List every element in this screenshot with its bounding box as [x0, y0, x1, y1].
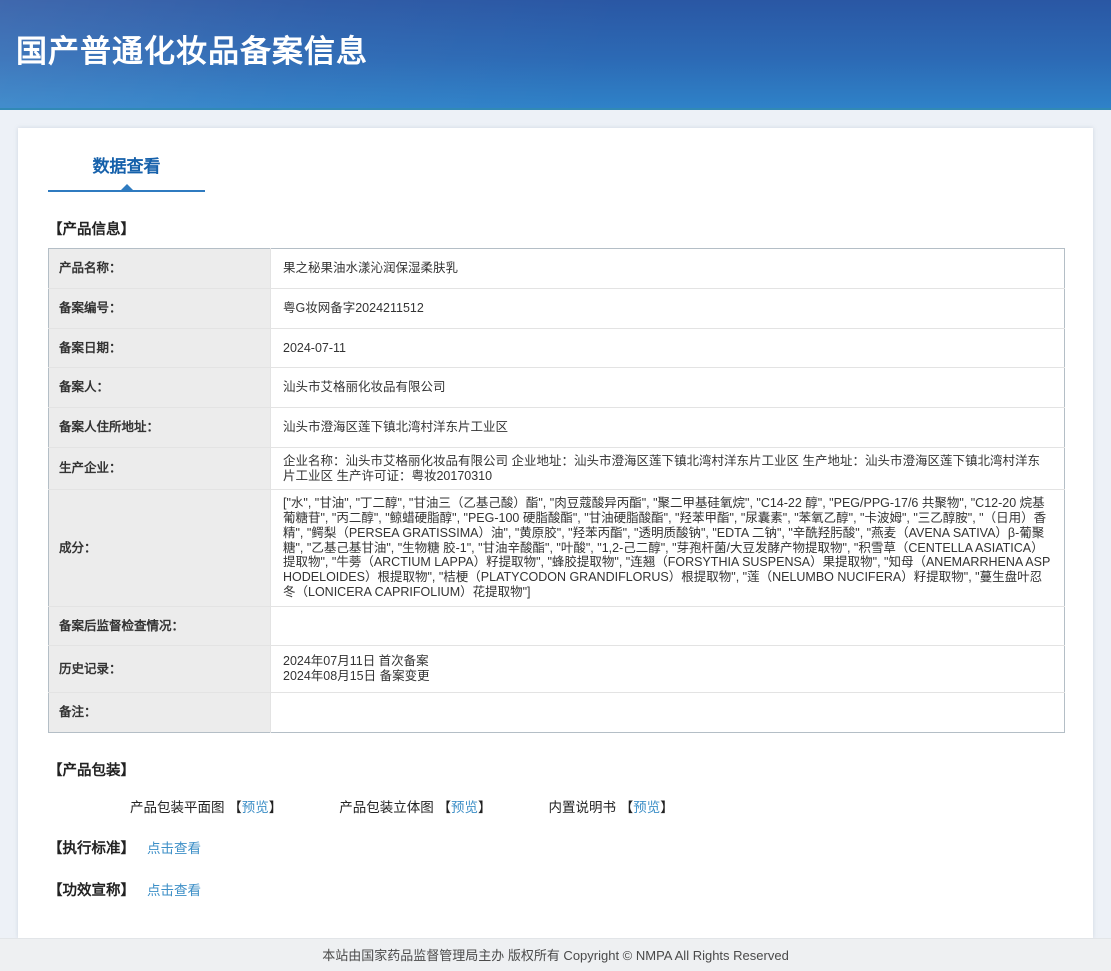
table-row: 成分： ["水", "甘油", "丁二醇", "甘油三（乙基己酸）酯", "肉豆… — [48, 489, 1065, 607]
packaging-row: 产品包装平面图 【预览】 产品包装立体图 【预览】 内置说明书 【预览】 — [130, 796, 1063, 816]
standard-view-link[interactable]: 点击查看 — [147, 837, 201, 857]
section-product-info-title: 【产品信息】 — [48, 222, 135, 238]
row-label: 历史记录： — [48, 645, 271, 693]
row-value — [270, 692, 1065, 732]
bracket: 】 — [478, 799, 492, 815]
packaging-item-label: 内置说明书 — [548, 799, 617, 815]
packaging-item-label: 产品包装平面图 — [130, 799, 225, 815]
row-value: 汕头市艾格丽化妆品有限公司 — [270, 367, 1065, 408]
page-footer: 本站由国家药品监督管理局主办 版权所有 Copyright © NMPA All… — [0, 937, 1111, 971]
packaging-item-label: 产品包装立体图 — [339, 799, 434, 815]
row-label: 生产企业： — [48, 447, 271, 491]
tab-caret-icon — [120, 184, 133, 190]
preview-link-3d[interactable]: 预览 — [451, 800, 478, 815]
efficacy-row: 【功效宣称】 点击查看 — [48, 879, 1063, 900]
table-row: 备案后监督检查情况： — [48, 606, 1065, 647]
row-value-history: 2024年07月11日 首次备案 2024年08月15日 备案变更 — [270, 645, 1065, 693]
row-label: 备案日期： — [48, 328, 271, 369]
bracket: 】 — [660, 799, 674, 815]
row-label: 备案编号： — [48, 288, 271, 329]
table-row: 产品名称： 果之秘果油水漾沁润保湿柔肤乳 — [48, 248, 1065, 289]
preview-link-flat[interactable]: 预览 — [242, 800, 269, 815]
table-row: 备注： — [48, 692, 1065, 732]
bracket: 】 — [268, 799, 283, 815]
row-value: 2024-07-11 — [270, 328, 1065, 369]
tab-bar: 数据查看 — [18, 128, 1093, 192]
bracket: 【 — [619, 799, 634, 815]
preview-link-manual[interactable]: 预览 — [633, 800, 660, 815]
product-info-table: 产品名称： 果之秘果油水漾沁润保湿柔肤乳 备案编号： 粤G妆网备字2024211… — [48, 248, 1065, 733]
row-value: 汕头市澄海区莲下镇北湾村洋东片工业区 — [270, 407, 1065, 448]
table-row: 生产企业： 企业名称：汕头市艾格丽化妆品有限公司 企业地址：汕头市澄海区莲下镇北… — [48, 447, 1065, 491]
row-label: 备案人住所地址： — [48, 407, 271, 448]
row-label: 备案人： — [48, 367, 271, 408]
row-value: 粤G妆网备字2024211512 — [270, 288, 1065, 329]
footer-text: 本站由国家药品监督管理局主办 版权所有 Copyright © NMPA All… — [322, 948, 789, 963]
section-efficacy-title: 【功效宣称】 — [48, 882, 135, 899]
page-title: 国产普通化妆品备案信息 — [16, 34, 368, 69]
row-value — [270, 606, 1065, 647]
row-label: 备注： — [48, 692, 271, 732]
section-packaging-title: 【产品包装】 — [48, 762, 135, 779]
table-row: 备案日期： 2024-07-11 — [48, 328, 1065, 369]
table-row: 备案人： 汕头市艾格丽化妆品有限公司 — [48, 367, 1065, 408]
packaging-item-flat: 产品包装平面图 【预览】 — [130, 796, 282, 816]
row-label: 产品名称： — [48, 248, 271, 289]
tab-data-view[interactable]: 数据查看 — [48, 152, 205, 192]
table-row: 历史记录： 2024年07月11日 首次备案 2024年08月15日 备案变更 — [48, 645, 1065, 693]
efficacy-view-link[interactable]: 点击查看 — [147, 879, 201, 899]
row-value: 果之秘果油水漾沁润保湿柔肤乳 — [270, 248, 1065, 289]
table-row: 备案人住所地址： 汕头市澄海区莲下镇北湾村洋东片工业区 — [48, 407, 1065, 448]
row-value-ingredients: ["水", "甘油", "丁二醇", "甘油三（乙基己酸）酯", "肉豆蔻酸异丙… — [270, 489, 1065, 607]
row-value: 企业名称：汕头市艾格丽化妆品有限公司 企业地址：汕头市澄海区莲下镇北湾村洋东片工… — [270, 447, 1065, 491]
tab-data-view-label: 数据查看 — [92, 157, 161, 176]
section-standard-title: 【执行标准】 — [48, 840, 135, 857]
page-header: 国产普通化妆品备案信息 — [0, 0, 1111, 110]
bracket: 【 — [437, 799, 452, 815]
row-label: 成分： — [48, 489, 271, 607]
table-row: 备案编号： 粤G妆网备字2024211512 — [48, 288, 1065, 329]
packaging-item-manual: 内置说明书 【预览】 — [549, 796, 674, 816]
packaging-item-3d: 产品包装立体图 【预览】 — [339, 796, 491, 816]
row-label: 备案后监督检查情况： — [48, 606, 271, 647]
content-card: 数据查看 【产品信息】 产品名称： 果之秘果油水漾沁润保湿柔肤乳 备案编号： 粤… — [18, 128, 1093, 938]
bracket: 【 — [228, 799, 242, 815]
standard-row: 【执行标准】 点击查看 — [48, 837, 1063, 858]
